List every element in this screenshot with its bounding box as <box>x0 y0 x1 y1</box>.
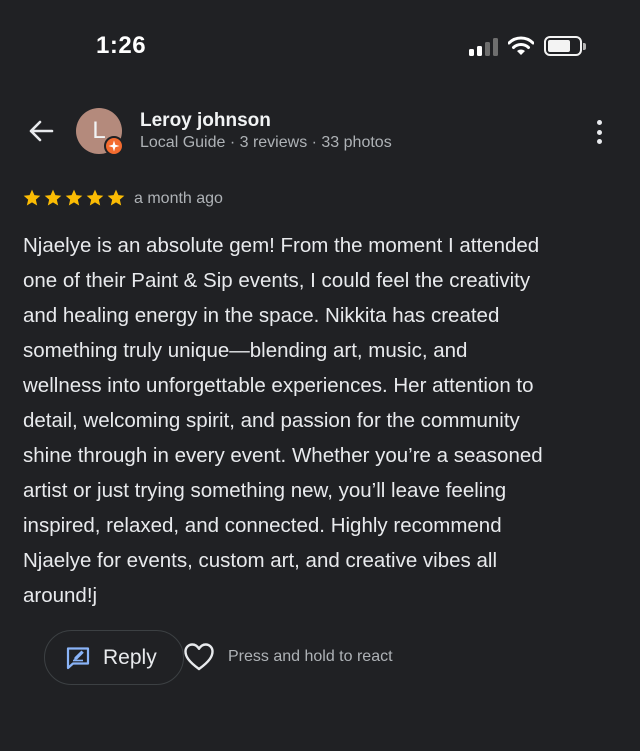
heart-icon[interactable] <box>183 642 215 672</box>
star-icon <box>65 189 83 206</box>
star-rating <box>22 188 126 208</box>
star-icon <box>44 189 62 206</box>
star-icon <box>86 189 104 206</box>
reviewer-name[interactable]: Leroy johnson <box>140 110 271 132</box>
avatar-initial: L <box>92 117 106 144</box>
local-guide-badge-icon <box>104 136 124 156</box>
review-screen: 1:26 L Leroy johnson Local Guide · 3 rev… <box>0 0 640 751</box>
status-icons <box>469 36 586 56</box>
more-options-icon[interactable] <box>588 118 610 146</box>
reply-icon <box>66 646 90 669</box>
back-arrow-icon[interactable] <box>26 116 56 146</box>
cellular-signal-icon <box>469 36 498 56</box>
wifi-icon <box>508 36 534 55</box>
status-time: 1:26 <box>96 32 147 59</box>
reply-button[interactable]: Reply <box>44 630 184 685</box>
battery-icon <box>544 36 586 56</box>
review-text: Njaelye is an absolute gem! From the mom… <box>23 234 543 607</box>
reply-label: Reply <box>103 645 157 669</box>
review-date: a month ago <box>134 190 223 207</box>
react-hint: Press and hold to react <box>228 648 393 665</box>
star-icon <box>107 189 125 206</box>
reviewer-meta: Local Guide · 3 reviews · 33 photos <box>140 134 392 151</box>
star-icon <box>23 189 41 206</box>
